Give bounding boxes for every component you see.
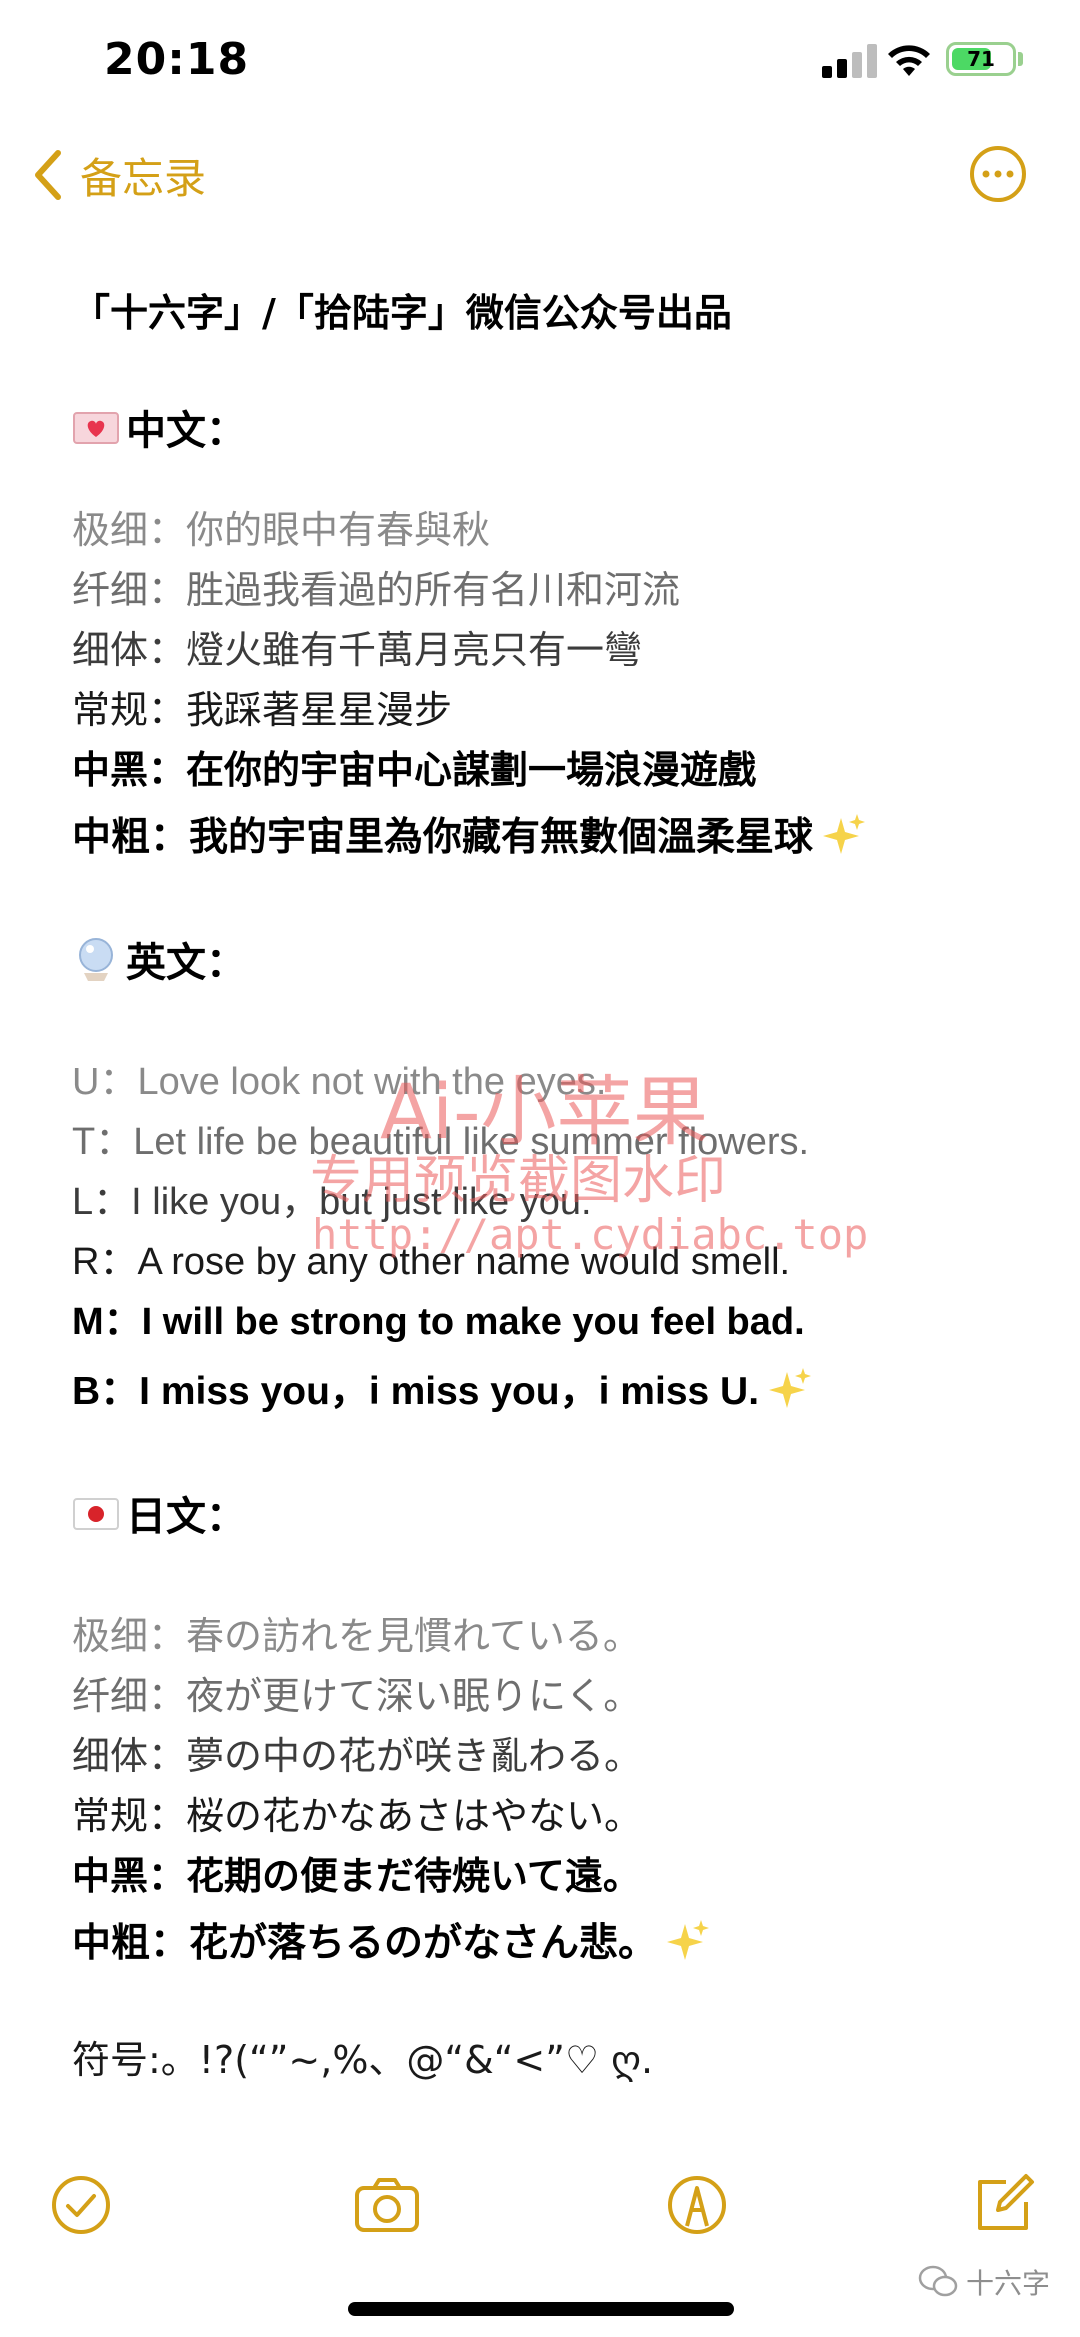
battery-icon: 71 (946, 42, 1016, 76)
japanese-line-3: 细体：夢の中の花が咲き亂わる。 (72, 1734, 643, 1778)
battery-percent: 71 (967, 47, 995, 71)
chinese-line-4: 常规：我踩著星星漫步 (72, 688, 453, 732)
sparkles-icon (823, 814, 866, 854)
chinese-line-1: 极细：你的眼中有春與秋 (72, 508, 491, 552)
status-bar: 20:18 71 (0, 0, 1080, 120)
section-heading-label: 中文： (126, 408, 246, 454)
back-button[interactable]: 备忘录 (28, 142, 206, 208)
chevron-left-icon (35, 150, 61, 200)
chinese-line-6-text: 中粗：我的宇宙里為你藏有無數個溫柔星球 (72, 815, 814, 860)
section-heading-japanese: 日文： (72, 1484, 246, 1542)
cellular-signal-icon (822, 44, 877, 78)
compose-icon[interactable] (968, 2170, 1038, 2240)
section-heading-chinese: 中文： (72, 398, 246, 456)
chinese-line-3: 细体：燈火雖有千萬月亮只有一彎 (72, 628, 643, 672)
section-heading-label: 英文： (126, 940, 246, 986)
more-options-icon[interactable] (968, 144, 1028, 204)
english-line-4: R：A rose by any other name would smell. (72, 1241, 791, 1283)
sparkles-icon (769, 1368, 812, 1408)
note-title: 「十六字」/「拾陆字」微信公众号出品 (72, 291, 732, 335)
chinese-line-6: 中粗：我的宇宙里為你藏有無數個溫柔星球 (72, 812, 867, 860)
crystal-ball-emoji-icon (79, 938, 113, 981)
english-line-2: T：Let life be beautiful like summer flow… (72, 1121, 810, 1163)
wechat-source-label: 十六字 (966, 2267, 1051, 2300)
back-label: 备忘录 (80, 153, 207, 203)
bottom-toolbar (0, 2160, 1080, 2270)
chinese-line-2: 纤细：胜過我看過的所有名川和河流 (72, 568, 681, 612)
wechat-icon (918, 2265, 958, 2297)
japanese-line-6-text: 中粗：花が落ちるのがなさん悲。 (72, 1921, 658, 1966)
japanese-line-1: 极细：春の訪れを見慣れている。 (72, 1614, 641, 1658)
wifi-icon (888, 45, 930, 76)
japan-flag-emoji-icon (73, 1498, 119, 1530)
english-line-3: L：I like you，but just like you. (72, 1181, 592, 1223)
chinese-line-5: 中黑：在你的宇宙中心謀劃一場浪漫遊戲 (72, 748, 757, 792)
japanese-line-5: 中黑：花期の便まだ待焼いて遠。 (72, 1854, 641, 1898)
status-time: 20:18 (104, 34, 250, 85)
heart-letter-emoji-icon (73, 412, 119, 444)
section-heading-english: 英文： (72, 930, 246, 988)
section-heading-label: 日文： (126, 1494, 246, 1540)
camera-icon[interactable] (352, 2170, 422, 2240)
japanese-line-6: 中粗：花が落ちるのがなさん悲。 (72, 1918, 711, 1966)
markup-pen-icon[interactable] (662, 2170, 732, 2240)
japanese-line-4: 常规：桜の花かなあさはやない。 (72, 1794, 643, 1838)
english-line-1: U：Love look not with the eyes. (72, 1061, 607, 1103)
sparkles-icon (667, 1920, 710, 1960)
english-line-6-text: B：I miss you，i miss you，i miss U. (72, 1370, 760, 1413)
wechat-source-mark: 十六字 (918, 2262, 1050, 2302)
battery-nub (1018, 52, 1023, 66)
symbols-line: 符号:。!?(“”~,%、@“&“<”♡ ღ. (72, 2038, 654, 2082)
home-indicator[interactable] (348, 2302, 734, 2316)
checklist-icon[interactable] (46, 2170, 116, 2240)
nav-bar: 备忘录 (0, 130, 1080, 220)
english-line-5: M：I will be strong to make you feel bad. (72, 1301, 805, 1343)
japanese-line-2: 纤细：夜が更けて深い眠りにく。 (72, 1674, 642, 1718)
english-line-6: B：I miss you，i miss you，i miss U. (72, 1366, 813, 1414)
